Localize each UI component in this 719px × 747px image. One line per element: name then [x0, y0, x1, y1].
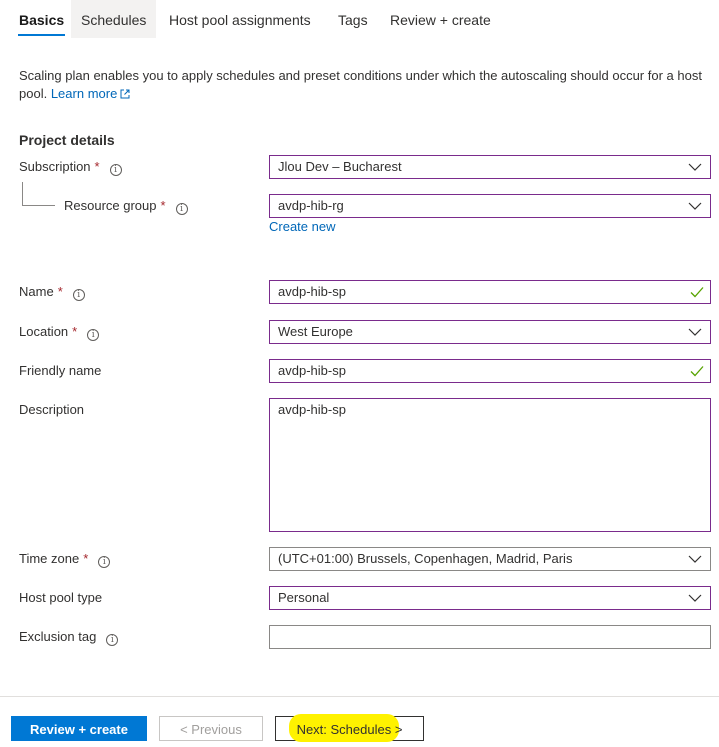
required-marker: *	[160, 198, 166, 213]
location-value: West Europe	[278, 324, 353, 339]
tab-schedules[interactable]: Schedules	[71, 0, 157, 38]
subscription-label-row: Subscription * i	[19, 158, 122, 176]
checkmark-icon	[690, 366, 704, 377]
tab-schedules-label: Schedules	[81, 12, 147, 28]
exclusion-tag-label: Exclusion tag	[19, 629, 97, 644]
create-new-link[interactable]: Create new	[269, 219, 335, 234]
tab-basics[interactable]: Basics	[9, 0, 74, 38]
subscription-label: Subscription	[19, 159, 91, 174]
host-pool-type-label-row: Host pool type	[19, 589, 102, 607]
info-icon[interactable]: i	[109, 164, 122, 176]
exclusion-tag-input[interactable]	[269, 625, 711, 649]
host-pool-type-label: Host pool type	[19, 590, 103, 605]
info-icon[interactable]: i	[72, 289, 85, 301]
chevron-down-icon	[688, 163, 702, 171]
tab-review-create[interactable]: Review + create	[380, 0, 501, 38]
resource-group-label-row: Resource group * i	[64, 197, 188, 215]
friendly-name-label: Friendly name	[19, 363, 102, 378]
required-marker: *	[94, 159, 100, 174]
intro-description: Scaling plan enables you to apply schedu…	[19, 67, 709, 103]
required-marker: *	[57, 284, 63, 299]
next-schedules-button[interactable]: Next: Schedules >	[275, 714, 424, 742]
required-marker: *	[72, 324, 78, 339]
friendly-name-input[interactable]: avdp-hib-sp	[269, 359, 711, 383]
time-zone-value: (UTC+01:00) Brussels, Copenhagen, Madrid…	[278, 551, 573, 566]
info-icon[interactable]: i	[98, 556, 111, 568]
required-marker: *	[83, 551, 89, 566]
external-link-icon	[120, 89, 130, 99]
tab-basics-label: Basics	[19, 12, 65, 28]
name-input[interactable]: avdp-hib-sp	[269, 280, 711, 304]
checkmark-icon	[690, 287, 704, 298]
chevron-down-icon	[688, 594, 702, 602]
friendly-name-label-row: Friendly name	[19, 362, 101, 380]
previous-button[interactable]: < Previous	[159, 716, 263, 741]
time-zone-label: Time zone	[19, 551, 80, 566]
info-icon[interactable]: i	[175, 203, 188, 215]
resource-group-label: Resource group	[64, 198, 157, 213]
chevron-down-icon	[688, 328, 702, 336]
location-label: Location	[19, 324, 69, 339]
learn-more-label: Learn more	[50, 86, 118, 101]
name-label-row: Name * i	[19, 283, 85, 301]
chevron-down-icon	[688, 555, 702, 563]
tab-tags-label: Tags	[338, 12, 368, 28]
subscription-value: Jlou Dev – Bucharest	[278, 159, 402, 174]
location-select[interactable]: West Europe	[269, 320, 711, 344]
subscription-select[interactable]: Jlou Dev – Bucharest	[269, 155, 711, 179]
project-details-heading: Project details	[19, 132, 115, 148]
name-label: Name	[19, 284, 54, 299]
footer-divider	[0, 696, 719, 697]
description-textarea[interactable]: avdp-hib-sp	[269, 398, 711, 532]
resource-group-select[interactable]: avdp-hib-rg	[269, 194, 711, 218]
time-zone-label-row: Time zone * i	[19, 550, 111, 568]
tab-host-pool-assignments-label: Host pool assignments	[169, 12, 311, 28]
time-zone-select[interactable]: (UTC+01:00) Brussels, Copenhagen, Madrid…	[269, 547, 711, 571]
description-label: Description	[19, 402, 85, 417]
info-icon[interactable]: i	[106, 634, 119, 646]
tab-tags[interactable]: Tags	[328, 0, 378, 38]
host-pool-type-select[interactable]: Personal	[269, 586, 711, 610]
chevron-down-icon	[688, 202, 702, 210]
friendly-name-value: avdp-hib-sp	[278, 363, 346, 378]
next-schedules-label: Next: Schedules >	[296, 722, 403, 737]
review-create-button[interactable]: Review + create	[11, 716, 147, 741]
description-label-row: Description	[19, 401, 84, 419]
location-label-row: Location * i	[19, 323, 100, 341]
tab-review-create-label: Review + create	[390, 12, 491, 28]
tab-bar: Basics Schedules Host pool assignments T…	[0, 0, 719, 38]
name-value: avdp-hib-sp	[278, 284, 346, 299]
tab-host-pool-assignments[interactable]: Host pool assignments	[159, 0, 321, 38]
learn-more-link[interactable]: Learn more	[51, 86, 130, 101]
host-pool-type-value: Personal	[278, 590, 330, 605]
info-icon[interactable]: i	[87, 329, 100, 341]
exclusion-tag-label-row: Exclusion tag i	[19, 628, 119, 646]
tree-connector	[22, 182, 55, 206]
resource-group-value: avdp-hib-rg	[278, 198, 344, 213]
active-tab-indicator	[18, 34, 66, 36]
